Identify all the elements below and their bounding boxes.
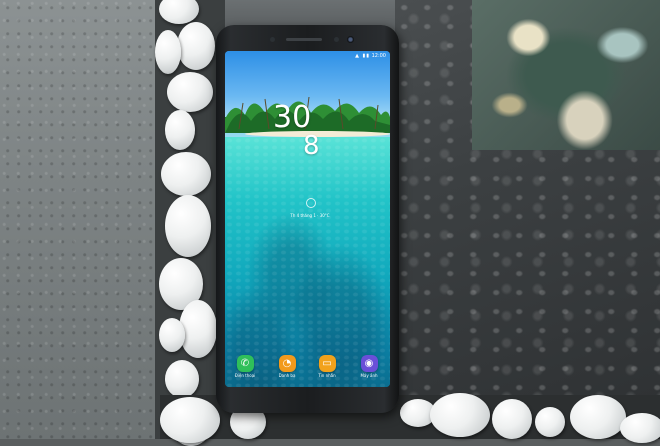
messages-icon: ▭: [318, 355, 336, 372]
status-bar: ▲ ▮▮ 12:00: [225, 53, 390, 61]
concrete-slab-left: [0, 0, 160, 439]
dock-app-messages[interactable]: ▭ Tin nhắn: [315, 355, 339, 378]
pond-with-stones: [472, 0, 660, 150]
light-sensor-icon: [334, 37, 339, 42]
front-camera-icon: [347, 36, 354, 43]
app-dock: ✆ Điện thoại ◔ Danh bạ ▭ Tin nhắn ◉ Máy …: [225, 355, 390, 387]
pebble-strip: [155, 0, 225, 446]
date-weather-line: Th 4 tháng 1 · 30°C: [290, 213, 330, 218]
contacts-icon: ◔: [278, 355, 296, 372]
dock-app-phone[interactable]: ✆ Điện thoại: [233, 355, 257, 378]
app-label: Máy ảnh: [360, 373, 378, 378]
status-time: 12:00: [371, 53, 386, 59]
app-label: Danh bạ: [278, 373, 296, 378]
photo-scene: ▲ ▮▮ 12:00 30 8 Th 4 tháng 1 · 30°C ✆ Đi…: [0, 0, 660, 446]
app-label: Điện thoại: [234, 373, 256, 378]
smartphone: ▲ ▮▮ 12:00 30 8 Th 4 tháng 1 · 30°C ✆ Đi…: [216, 25, 399, 413]
proximity-sensor-icon: [270, 37, 275, 42]
phone-icon: ✆: [236, 355, 254, 372]
dock-app-camera[interactable]: ◉ Máy ảnh: [357, 355, 381, 378]
clock-minutes: 8: [303, 131, 320, 161]
app-label: Tin nhắn: [318, 373, 336, 378]
wallpaper-sea: [225, 137, 390, 387]
earpiece-speaker: [286, 38, 322, 41]
phone-screen: ▲ ▮▮ 12:00 30 8 Th 4 tháng 1 · 30°C ✆ Đi…: [225, 51, 390, 387]
dock-app-contacts[interactable]: ◔ Danh bạ: [275, 355, 299, 378]
phone-top-bezel: [216, 25, 399, 51]
signal-battery-icon: ▲ ▮▮: [355, 53, 370, 59]
weather-icon: [306, 198, 316, 208]
camera-icon: ◉: [360, 355, 378, 372]
clock-hours: 30: [273, 100, 312, 135]
